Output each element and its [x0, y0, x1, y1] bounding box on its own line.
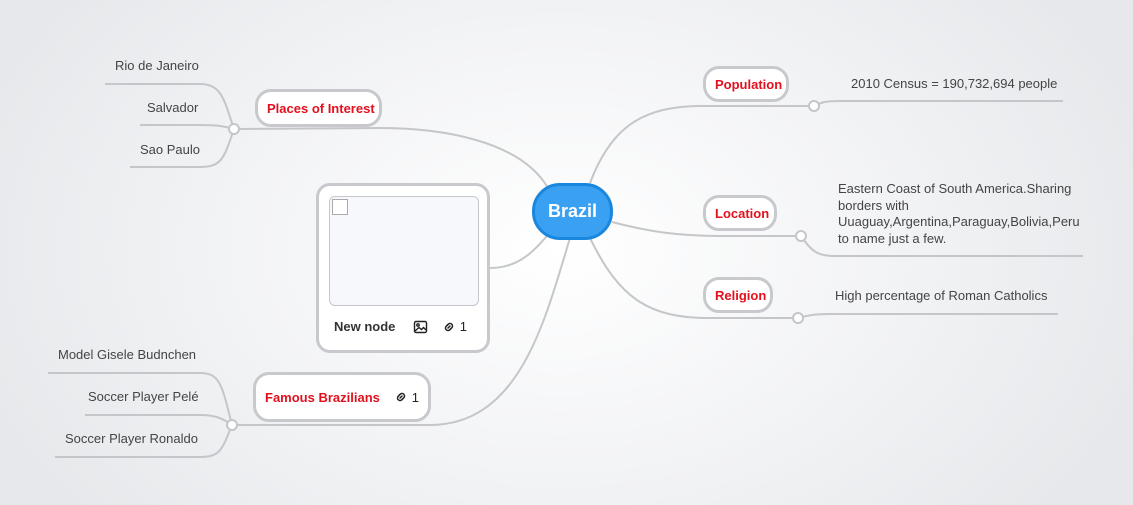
image-node-label: New node: [334, 319, 396, 334]
leaf-node[interactable]: Sao Paulo: [140, 142, 200, 157]
leaf-node[interactable]: High percentage of Roman Catholics: [835, 288, 1047, 303]
topic-label: Places of Interest: [267, 100, 375, 116]
topic-node-religion[interactable]: Religion: [703, 277, 773, 313]
leaf-node[interactable]: Model Gisele Budnchen: [58, 347, 196, 362]
collapse-handle-famous[interactable]: [226, 419, 238, 431]
link-indicator[interactable]: 1: [442, 319, 467, 334]
topic-label: Religion: [715, 287, 767, 303]
leaf-node[interactable]: Eastern Coast of South America.Sharing b…: [838, 181, 1080, 247]
link-count: 1: [459, 319, 467, 334]
topic-node-location[interactable]: Location: [703, 195, 777, 231]
root-node-label: Brazil: [547, 201, 598, 221]
topic-node-places-of-interest[interactable]: Places of Interest: [255, 89, 382, 127]
image-placeholder: [329, 196, 479, 306]
collapse-handle-population[interactable]: [808, 100, 820, 112]
collapse-handle-places[interactable]: [228, 123, 240, 135]
topic-node-famous-brazilians[interactable]: Famous Brazilians 1: [253, 372, 431, 422]
topic-node-population[interactable]: Population: [703, 66, 789, 102]
broken-image-icon: [332, 199, 348, 215]
topic-label: Famous Brazilians: [265, 389, 380, 405]
root-node[interactable]: Brazil: [532, 183, 613, 240]
topic-label: Population: [715, 76, 783, 92]
link-icon: [444, 322, 453, 331]
collapse-handle-religion[interactable]: [792, 312, 804, 324]
leaf-node[interactable]: Rio de Janeiro: [115, 58, 199, 73]
leaf-node[interactable]: 2010 Census = 190,732,694 people: [851, 76, 1057, 91]
leaf-node[interactable]: Salvador: [147, 100, 198, 115]
collapse-handle-location[interactable]: [795, 230, 807, 242]
leaf-node[interactable]: Soccer Player Ronaldo: [65, 431, 198, 446]
leaf-node[interactable]: Soccer Player Pelé: [88, 389, 199, 404]
link-count: 1: [411, 389, 419, 405]
topic-label: Location: [715, 205, 770, 221]
image-node-card[interactable]: New node 1: [316, 183, 490, 353]
link-indicator[interactable]: 1: [394, 390, 419, 405]
link-icon: [396, 392, 405, 402]
image-icon[interactable]: [413, 320, 428, 334]
